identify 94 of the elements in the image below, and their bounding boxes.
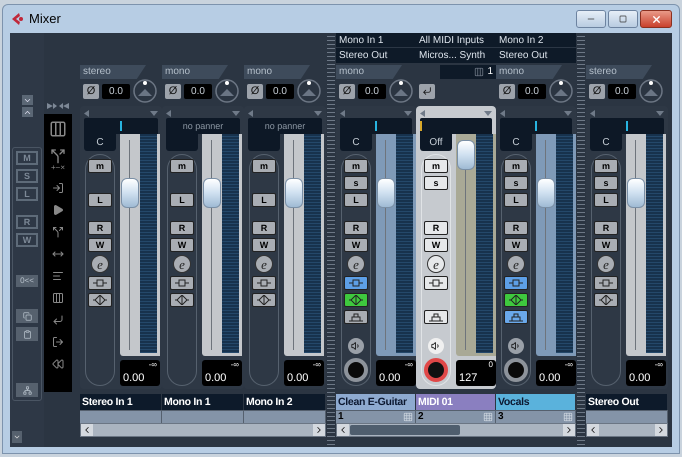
gain-field[interactable]: 0.0 (518, 84, 546, 98)
output-routing-field[interactable]: Stereo Out (336, 48, 416, 63)
read-button[interactable]: R (344, 221, 368, 235)
edit-button[interactable]: e (347, 255, 365, 273)
solo-button[interactable]: s (594, 176, 618, 190)
phase-button[interactable]: Ø (165, 84, 181, 98)
output-routing-field[interactable]: Stereo Out (496, 48, 576, 63)
phase-button[interactable]: Ø (499, 84, 515, 98)
peak-value: -∞ (148, 361, 157, 369)
panner-label: no panner (264, 122, 306, 130)
pan-value: Off (420, 134, 452, 151)
track-number: 3 (498, 412, 504, 422)
listen-button[interactable]: L (252, 193, 276, 207)
channel-name[interactable]: Stereo Out (586, 394, 667, 410)
channel-name[interactable]: Stereo In 1 (80, 394, 161, 410)
midi-channel-field[interactable]: 1 (487, 67, 493, 77)
window-title: Mixer (29, 10, 61, 28)
input-routing-field[interactable]: Mono In 2 (496, 33, 576, 48)
track-number: 1 (338, 412, 344, 422)
mute-button[interactable]: m (88, 159, 112, 173)
read-button[interactable]: R (88, 221, 112, 235)
read-button[interactable]: R (594, 221, 618, 235)
listen-button[interactable]: L (88, 193, 112, 207)
write-button[interactable]: W (344, 238, 368, 252)
pan-value: C (590, 134, 622, 151)
gain-field[interactable]: 0.0 (358, 84, 386, 98)
phase-button[interactable]: Ø (83, 84, 99, 98)
panner[interactable]: no panner (166, 118, 240, 134)
volume-value: 0.00 (287, 373, 308, 384)
channel-name[interactable]: Clean E-Guitar (336, 394, 415, 410)
listen-button[interactable]: L (344, 193, 368, 207)
read-button[interactable]: R (504, 221, 528, 235)
phase-button[interactable]: Ø (589, 84, 605, 98)
solo-button[interactable]: s (344, 176, 368, 190)
mute-button[interactable]: m (504, 159, 528, 173)
channel-name[interactable]: Mono In 2 (244, 394, 325, 410)
panner-label: no panner (182, 122, 224, 130)
peak-value: 0 (488, 361, 493, 369)
channel-strip-panel[interactable]: Off m s R W e 0 127 (416, 106, 496, 389)
pan-value: C (84, 134, 116, 151)
write-button[interactable]: W (170, 238, 194, 252)
phase-button[interactable]: Ø (339, 84, 355, 98)
mute-button[interactable]: m (344, 159, 368, 173)
write-button[interactable]: W (504, 238, 528, 252)
track-number: 2 (418, 412, 424, 422)
volume-value: 0.00 (205, 373, 226, 384)
edit-button[interactable]: e (255, 255, 273, 273)
mute-button[interactable]: m (170, 159, 194, 173)
write-button[interactable]: W (252, 238, 276, 252)
gain-field[interactable]: 0.0 (102, 84, 130, 98)
listen-button[interactable]: L (170, 193, 194, 207)
channel-name[interactable]: Vocals (496, 394, 575, 410)
peak-value: -∞ (230, 361, 239, 369)
phase-button[interactable]: Ø (247, 84, 263, 98)
read-button[interactable]: R (252, 221, 276, 235)
pan-value: C (340, 134, 372, 151)
reset-button[interactable]: 0<< (16, 275, 38, 287)
volume-value: 0.00 (123, 373, 144, 384)
read-button[interactable]: R (424, 221, 448, 235)
peak-value: -∞ (654, 361, 663, 369)
mute-button[interactable]: m (424, 159, 448, 173)
volume-value: 0.00 (379, 373, 400, 384)
channel-name[interactable]: Mono In 1 (162, 394, 243, 410)
write-button[interactable]: W (594, 238, 618, 252)
edit-button[interactable]: e (91, 255, 109, 273)
pan-value: C (500, 134, 532, 151)
listen-button[interactable]: L (594, 193, 618, 207)
solo-button[interactable]: s (504, 176, 528, 190)
peak-value: -∞ (564, 361, 573, 369)
output-routing-field[interactable]: Micros... Synth (416, 48, 496, 63)
gain-field[interactable]: 0.0 (608, 84, 636, 98)
input-routing-field[interactable]: All MIDI Inputs (416, 33, 496, 48)
peak-value: -∞ (312, 361, 321, 369)
peak-value: -∞ (404, 361, 413, 369)
gain-field[interactable]: 0.0 (184, 84, 212, 98)
tool-symbols: +−× (50, 164, 65, 172)
panner[interactable]: no panner (248, 118, 322, 134)
gain-field[interactable]: 0.0 (266, 84, 294, 98)
edit-button[interactable]: e (507, 255, 525, 273)
write-button[interactable]: W (88, 238, 112, 252)
mute-button[interactable]: m (252, 159, 276, 173)
channel-name[interactable]: MIDI 01 (416, 394, 495, 410)
edit-button[interactable]: e (427, 255, 445, 273)
read-button[interactable]: R (170, 221, 194, 235)
mute-button[interactable]: m (594, 159, 618, 173)
volume-value: 0.00 (539, 373, 560, 384)
write-button[interactable]: W (424, 238, 448, 252)
volume-value: 127 (459, 373, 478, 384)
listen-button[interactable]: L (504, 193, 528, 207)
volume-value: 0.00 (629, 373, 650, 384)
edit-button[interactable]: e (173, 255, 191, 273)
edit-button[interactable]: e (597, 255, 615, 273)
solo-button[interactable]: s (424, 176, 448, 190)
input-routing-field[interactable]: Mono In 1 (336, 33, 416, 48)
